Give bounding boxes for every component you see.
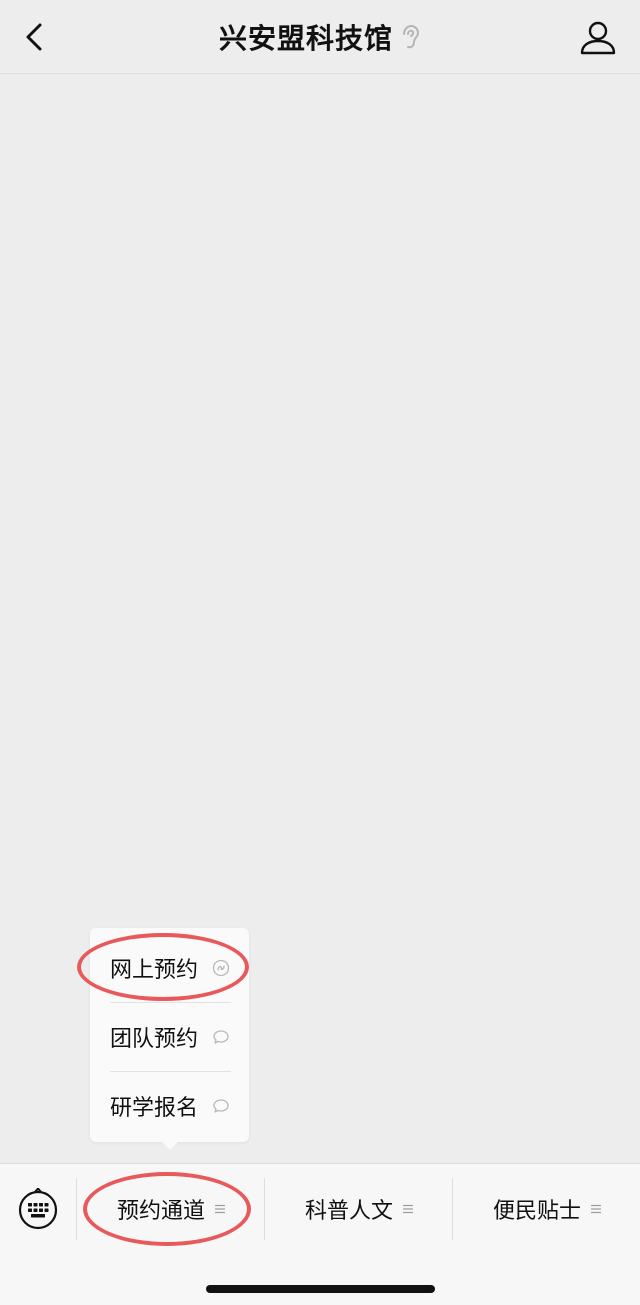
submenu-item-label: 网上预约: [110, 958, 199, 983]
submenu-item-online-booking[interactable]: 网上预约: [90, 934, 249, 1002]
top-nav-bar: 兴安盟科技馆: [0, 0, 640, 74]
submenu-item-label: 团队预约: [110, 1027, 199, 1052]
bottom-menu-bar: 预约通道 科普人文 便民贴士: [0, 1163, 640, 1305]
tab-label: 便民贴士: [492, 1199, 581, 1224]
page-title: 兴安盟科技馆: [218, 22, 393, 55]
submenu-popup: 网上预约 团队预约 研学报名: [90, 928, 249, 1142]
keyboard-icon[interactable]: [17, 1188, 59, 1230]
ear-icon[interactable]: [399, 24, 421, 50]
tab-label: 科普人文: [304, 1199, 393, 1224]
person-icon[interactable]: [578, 18, 618, 58]
menu-lines-icon: [215, 1204, 225, 1214]
submenu-pointer: [160, 1140, 180, 1150]
submenu-item-team-booking[interactable]: 团队预约: [90, 1003, 249, 1071]
tab-booking-channel[interactable]: 预约通道: [77, 1178, 265, 1240]
tab-label: 预约通道: [116, 1199, 205, 1224]
tab-science-culture[interactable]: 科普人文: [265, 1178, 453, 1240]
submenu-item-study-signup[interactable]: 研学报名: [90, 1072, 249, 1140]
chat-bubble-icon: [213, 1099, 229, 1113]
chat-bubble-icon: [213, 1030, 229, 1044]
submenu-item-label: 研学报名: [110, 1096, 199, 1121]
wechat-official-account-screen: 兴安盟科技馆 网上预约 团队预约 研学报名 预约通道 科普人文 便民贴士: [0, 0, 640, 1305]
menu-lines-icon: [591, 1204, 601, 1214]
home-indicator[interactable]: [206, 1285, 435, 1293]
mini-program-icon: [212, 959, 230, 977]
nav-title-container: 兴安盟科技馆: [0, 0, 640, 74]
menu-lines-icon: [403, 1204, 413, 1214]
tab-convenience-tips[interactable]: 便民贴士: [453, 1178, 640, 1240]
